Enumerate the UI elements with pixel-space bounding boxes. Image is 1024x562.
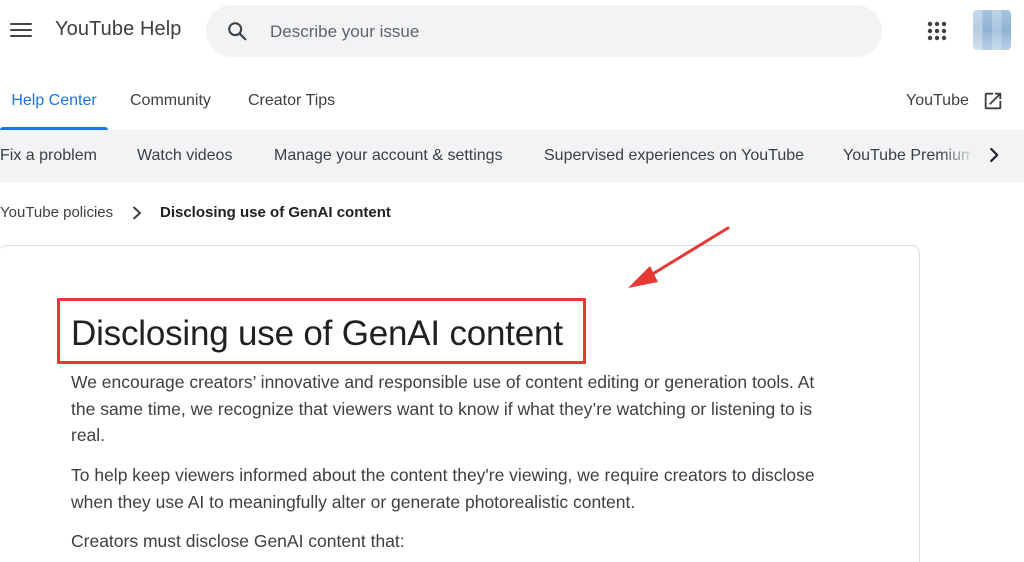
tab-creator-tips[interactable]: Creator Tips [248,72,335,128]
breadcrumb-current: Disclosing use of GenAI content [160,204,391,221]
category-manage-account[interactable]: Manage your account & settings [274,130,503,182]
breadcrumb-parent-link[interactable]: YouTube policies [0,204,113,221]
category-fix-a-problem[interactable]: Fix a problem [0,130,97,182]
category-fade [940,130,1020,182]
app-title[interactable]: YouTube Help [55,18,181,41]
top-bar: YouTube Help [0,0,1024,64]
search-box[interactable] [206,5,882,57]
help-page: YouTube Help Help Center Community Creat… [0,0,1024,562]
avatar[interactable] [973,10,1011,50]
category-supervised-experiences[interactable]: Supervised experiences on YouTube [544,130,804,182]
open-in-new-icon[interactable] [982,90,1004,112]
apps-grid-icon[interactable] [926,20,948,42]
tab-help-center[interactable]: Help Center [0,72,108,130]
youtube-external-link[interactable]: YouTube [906,72,969,128]
category-watch-videos[interactable]: Watch videos [137,130,232,182]
title-highlight-box [57,298,586,364]
menu-icon[interactable] [10,20,32,42]
category-bar: Fix a problem Watch videos Manage your a… [0,130,1024,182]
search-icon[interactable] [226,20,248,42]
chevron-right-icon[interactable] [983,144,1005,166]
tab-community[interactable]: Community [130,72,211,128]
search-input[interactable] [268,17,852,47]
chevron-right-icon [133,206,141,220]
article-paragraph: To help keep viewers informed about the … [71,465,815,512]
article-paragraph: We encourage creators’ innovative and re… [71,372,815,445]
article-paragraph: Creators must disclose GenAI content tha… [71,531,405,551]
tab-bar: Help Center Community Creator Tips YouTu… [0,72,1024,131]
